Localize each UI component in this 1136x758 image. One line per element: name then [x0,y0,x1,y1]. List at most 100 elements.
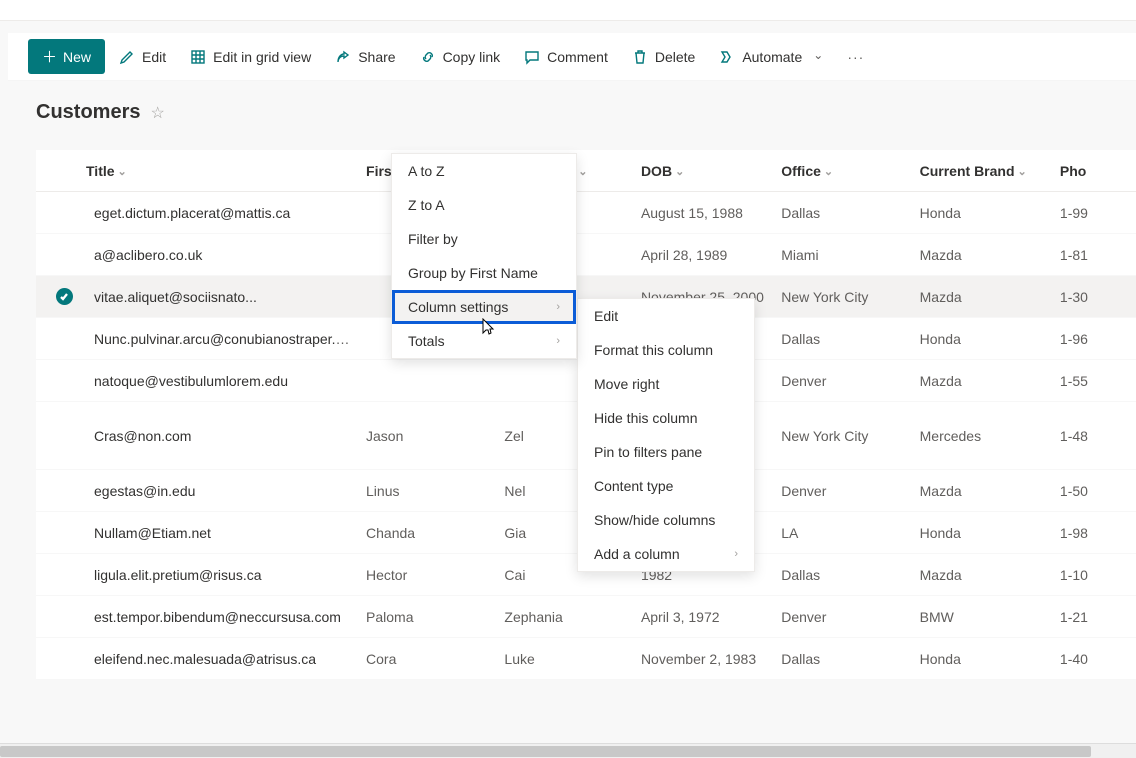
submenu-content-type[interactable]: Content type [578,469,754,503]
cell-phone: 1-55 [1060,373,1136,389]
submenu-pin[interactable]: Pin to filters pane [578,435,754,469]
title-link[interactable]: ⋆est.tempor.bibendum@neccursusa.com [86,609,341,625]
cell-office: Dallas [781,205,919,221]
flow-icon [719,49,735,65]
chevron-right-icon: › [734,548,738,560]
title-link[interactable]: ⋆eget.dictum.placerat@mattis.ca [86,205,290,221]
cell-phone: 1-40 [1060,651,1136,667]
title-link[interactable]: ⋆ligula.elit.pretium@risus.ca [86,567,262,583]
menu-group-by[interactable]: Group by First Name [392,256,576,290]
edit-grid-button[interactable]: Edit in grid view [180,43,321,71]
cell-first: Chanda [366,525,504,541]
pencil-icon [119,49,135,65]
cell-brand: Mercedes [920,428,1060,444]
cell-brand: BMW [920,609,1060,625]
overflow-button[interactable]: ··· [837,49,874,65]
menu-column-settings[interactable]: Column settings› [392,290,576,324]
scrollbar-thumb[interactable] [0,746,1091,757]
new-indicator-icon: ⋆ [86,205,90,209]
title-link[interactable]: ⋆Cras@non.com [86,428,191,444]
cell-phone: 1-98 [1060,525,1136,541]
cell-office: New York City [781,428,919,444]
submenu-edit[interactable]: Edit [578,299,754,333]
table: Title⌄ First Name⌄ Last Name⌄ DOB⌄ Offic… [36,150,1136,680]
checkmark-icon [56,288,73,305]
cell-phone: 1-48 [1060,428,1136,444]
cell-brand: Honda [920,651,1060,667]
new-indicator-icon: ⋆ [86,373,90,377]
table-row[interactable]: ⋆est.tempor.bibendum@neccursusa.com Palom… [36,596,1136,638]
new-indicator-icon: ⋆ [86,247,90,251]
delete-button[interactable]: Delete [622,43,705,71]
col-phone[interactable]: Pho [1060,163,1126,179]
share-label: Share [358,49,395,65]
new-button[interactable]: ＋ New [28,39,105,74]
title-link[interactable]: ⋆a@aclibero.co.uk [86,247,202,263]
col-office[interactable]: Office⌄ [781,163,909,179]
edit-grid-label: Edit in grid view [213,49,311,65]
link-icon [420,49,436,65]
submenu-show-hide[interactable]: Show/hide columns [578,503,754,537]
chevron-down-icon: ⌄ [1018,165,1027,178]
menu-z-to-a[interactable]: Z to A [392,188,576,222]
submenu-format[interactable]: Format this column [578,333,754,367]
submenu-hide[interactable]: Hide this column [578,401,754,435]
title-link[interactable]: ⋆eleifend.nec.malesuada@atrisus.ca [86,651,316,667]
submenu-add-column[interactable]: Add a column› [578,537,754,571]
cell-office: Dallas [781,651,919,667]
chevron-down-icon: ⌄ [675,165,684,178]
row-more-icon[interactable]: ⋮ [346,304,360,305]
cell-office: Miami [781,247,919,263]
title-link[interactable]: ⋆egestas@in.edu [86,483,195,499]
share-icon [335,49,351,65]
copylink-label: Copy link [443,49,501,65]
column-menu: A to Z Z to A Filter by Group by First N… [391,153,577,359]
new-indicator-icon: ⋆ [86,331,90,335]
chevron-right-icon: › [556,301,560,313]
chevron-down-icon: ⌄ [118,165,127,178]
automate-button[interactable]: Automate [709,43,833,71]
menu-filter-by[interactable]: Filter by [392,222,576,256]
menu-totals[interactable]: Totals› [392,324,576,358]
cell-first: Hector [366,567,504,583]
table-row[interactable]: ⋆eleifend.nec.malesuada@atrisus.caCoraLu… [36,638,1136,680]
horizontal-scrollbar[interactable] [0,743,1136,758]
title-link[interactable]: ⋆Nunc.pulvinar.arcu@conubianostraper.edu [86,331,359,347]
new-indicator-icon: ⋆ [86,651,90,655]
cell-first: Jason [366,428,504,444]
cell-phone: 1-10 [1060,567,1136,583]
cell-first: Linus [366,483,504,499]
automate-label: Automate [742,49,802,65]
submenu-move-right[interactable]: Move right [578,367,754,401]
title-link[interactable]: ⋆natoque@vestibulumlorem.edu [86,373,288,389]
menu-a-to-z[interactable]: A to Z [392,154,576,188]
cell-phone: 1-81 [1060,247,1136,263]
cell-dob: August 15, 1988 [641,205,781,221]
cell-first: Paloma [366,609,504,625]
table-row[interactable]: ⋆eget.dictum.placerat@mattis.caelleAugus… [36,192,1136,234]
comment-button[interactable]: Comment [514,43,618,71]
plus-icon: ＋ [42,46,57,67]
cell-brand: Mazda [920,289,1060,305]
cell-brand: Honda [920,205,1060,221]
copylink-button[interactable]: Copy link [410,43,511,71]
new-indicator-icon: ⋆ [86,567,90,571]
comment-label: Comment [547,49,608,65]
title-link[interactable]: ⋆vitae.aliquet@sociisnato... [86,289,257,305]
col-current-brand[interactable]: Current Brand⌄ [920,163,1050,179]
col-dob[interactable]: DOB⌄ [641,163,771,179]
title-link[interactable]: ⋆Nullam@Etiam.net [86,525,211,541]
share-button[interactable]: Share [325,43,405,71]
table-row[interactable]: ⋆a@aclibero.co.ukithApril 28, 1989MiamiM… [36,234,1136,276]
chevron-down-icon: ⌄ [578,165,587,178]
col-title[interactable]: Title⌄ [86,163,356,179]
row-select-check[interactable] [46,288,82,305]
cell-phone: 1-99 [1060,205,1136,221]
cell-brand: Mazda [920,373,1060,389]
grid-icon [190,49,206,65]
edit-button[interactable]: Edit [109,43,176,71]
table-header: Title⌄ First Name⌄ Last Name⌄ DOB⌄ Offic… [36,150,1136,192]
cell-dob: April 28, 1989 [641,247,781,263]
favorite-star-icon[interactable]: ☆ [150,103,164,123]
chevron-down-icon: ⌄ [824,165,833,178]
